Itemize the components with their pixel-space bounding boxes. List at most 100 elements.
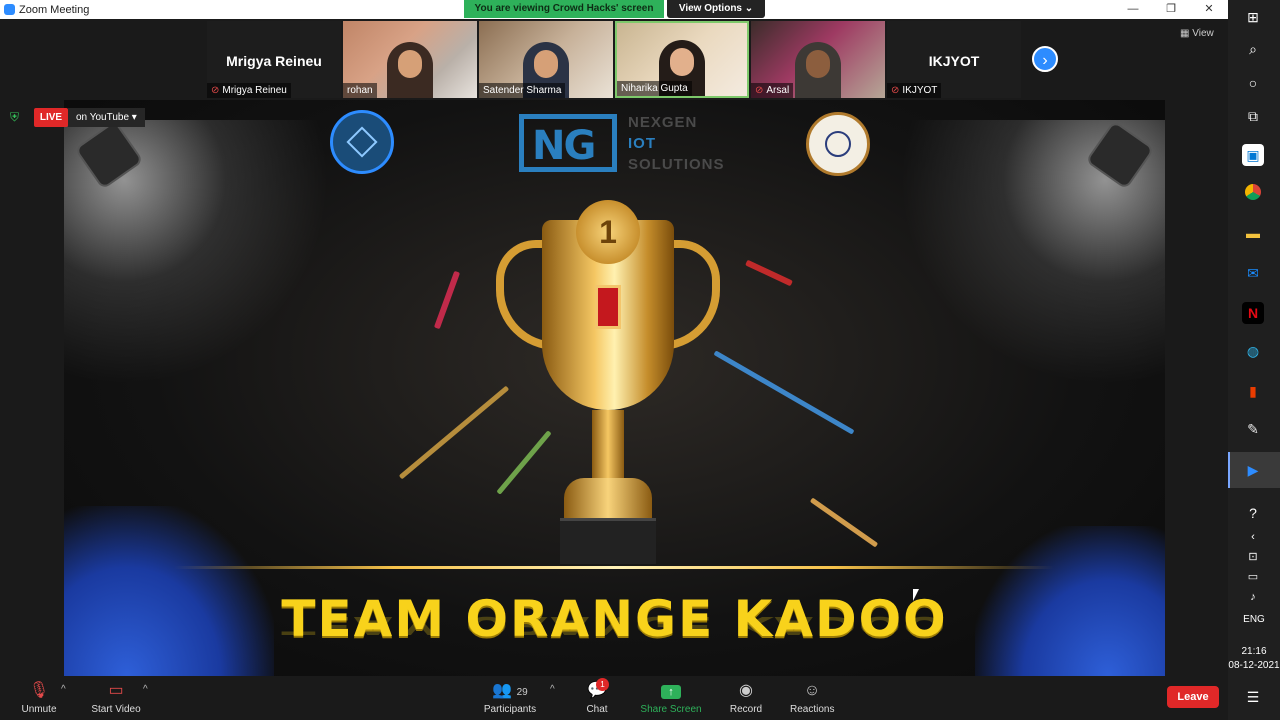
participant-label: ⊘ Mrigya Reineu	[207, 83, 291, 98]
participant-label: Satender Sharma	[479, 83, 566, 98]
help-icon[interactable]: ?	[1242, 502, 1264, 524]
share-screen-icon: ↑	[661, 685, 681, 699]
view-options-button[interactable]: View Options ⌄	[667, 0, 765, 18]
participant-tile[interactable]: Satender Sharma	[479, 21, 613, 98]
participant-name: Satender Sharma	[483, 85, 562, 96]
edge-icon[interactable]: ◍	[1242, 340, 1264, 362]
netflix-icon[interactable]: N	[1242, 302, 1264, 324]
nexgen-logo-icon: NG	[519, 114, 617, 172]
clock-time[interactable]: 21:16	[1228, 646, 1280, 657]
start-video-label: Start Video	[91, 704, 141, 715]
encryption-shield-icon[interactable]: ⛨	[10, 110, 24, 124]
university-seal-logo	[806, 112, 870, 176]
muted-mic-icon: ⊘	[755, 85, 764, 96]
record-label: Record	[729, 704, 763, 715]
file-explorer-icon[interactable]: ▬	[1242, 222, 1264, 244]
language-indicator[interactable]: ENG	[1228, 614, 1280, 625]
trophy-base	[564, 478, 652, 518]
participant-tile[interactable]: rohan	[343, 21, 477, 98]
paint-icon[interactable]: ✎	[1242, 418, 1264, 440]
reactions-icon: ☺	[803, 682, 821, 699]
ribbon-decoration	[713, 350, 855, 435]
zoom-app-icon[interactable]: ▶	[1242, 459, 1264, 481]
reactions-label: Reactions	[790, 704, 835, 715]
notifications-icon[interactable]: ☰	[1242, 686, 1264, 708]
store-icon[interactable]: ▣	[1242, 144, 1264, 166]
zoom-logo-icon	[4, 4, 15, 15]
cortana-icon[interactable]: ○	[1242, 72, 1264, 94]
nexgen-logo-letters: NG	[532, 123, 596, 169]
participants-strip: Mrigya Reineu ⊘ Mrigya Reineu rohan Saten…	[0, 19, 1228, 100]
restore-button[interactable]: ❐	[1152, 0, 1190, 19]
participant-label: rohan	[343, 83, 377, 98]
windows-taskbar: ⊞ ⌕ ○ ⧉ ▣ ▬ ✉ N ◍ ▮ ✎ ▶ ? ‹ ⊡ ▭ ♪ ENG 21…	[1228, 0, 1280, 720]
task-view-icon[interactable]: ⧉	[1242, 105, 1264, 127]
search-icon[interactable]: ⌕	[1242, 38, 1264, 60]
participants-options-chevron-icon[interactable]: ^	[550, 684, 555, 695]
participant-tile[interactable]: Mrigya Reineu ⊘ Mrigya Reineu	[207, 21, 341, 98]
tray-devices-icon[interactable]: ⊡	[1242, 546, 1264, 568]
participant-name: Niharika Gupta	[621, 83, 688, 94]
windows-start-icon[interactable]: ⊞	[1242, 6, 1264, 28]
volume-icon[interactable]: ♪	[1242, 586, 1264, 608]
ribbon-decoration	[398, 385, 510, 480]
record-button[interactable]: ◉ Record	[728, 680, 764, 715]
view-layout-button[interactable]: ▦ View	[1180, 28, 1214, 39]
participant-label: ⊘ IKJYOT	[887, 83, 942, 98]
battery-icon[interactable]: ▭	[1242, 566, 1264, 588]
chat-button[interactable]: 💬 1 Chat	[582, 678, 612, 715]
viewing-share-banner: You are viewing Crowd Hacks' screen	[464, 0, 664, 18]
participant-tile[interactable]: ⊘ Arsal	[751, 21, 885, 98]
live-badge[interactable]: LIVE	[34, 108, 68, 127]
meeting-toolbar: 🎙 Unmute ^ ▭ Start Video ^ 👥 29 Particip…	[0, 676, 1228, 720]
office-icon[interactable]: ▮	[1242, 380, 1264, 402]
ribbon-decoration	[433, 270, 461, 330]
participant-big-name: Mrigya Reineu	[226, 53, 322, 69]
reactions-button[interactable]: ☺ Reactions	[790, 680, 834, 715]
ribbon-decoration	[809, 497, 879, 548]
team-title-reflection: TEAM ORANGE KADOO	[281, 611, 948, 640]
video-options-chevron-icon[interactable]: ^	[143, 684, 148, 695]
window-controls: — ❐ ✕	[1114, 0, 1228, 19]
participant-video	[795, 42, 841, 98]
participants-icon: 👥 29	[492, 682, 528, 699]
ribbon-decoration	[496, 430, 552, 495]
company-line-1: NEXGEN	[628, 114, 698, 131]
record-icon: ◉	[739, 682, 753, 699]
participant-name: IKJYOT	[902, 85, 938, 96]
muted-mic-icon: 🎙	[28, 682, 50, 699]
show-hidden-icons-chevron-icon[interactable]: ‹	[1242, 526, 1264, 548]
participant-video	[387, 42, 433, 98]
unmute-button[interactable]: 🎙 Unmute	[18, 680, 60, 715]
close-button[interactable]: ✕	[1190, 0, 1228, 19]
participants-label: Participants	[483, 704, 537, 715]
leave-button[interactable]: Leave	[1167, 686, 1219, 708]
mail-icon[interactable]: ✉	[1242, 262, 1264, 284]
participants-count: 29	[516, 687, 528, 698]
trophy-pedestal	[560, 518, 656, 564]
participant-big-name: IKJYOT	[928, 53, 980, 69]
share-screen-button[interactable]: ↑ Share Screen	[640, 680, 702, 715]
participant-tile-active-speaker[interactable]: Niharika Gupta	[615, 21, 749, 98]
next-page-arrow-icon[interactable]: ›	[1032, 46, 1058, 72]
live-platform-dropdown[interactable]: on YouTube ▾	[68, 108, 145, 127]
participant-tile[interactable]: IKJYOT ⊘ IKJYOT	[887, 21, 1021, 98]
clock-date[interactable]: 08-12-2021	[1228, 660, 1280, 671]
audio-options-chevron-icon[interactable]: ^	[61, 684, 66, 695]
participant-name: Arsal	[766, 85, 790, 96]
participant-name: rohan	[347, 85, 373, 96]
chat-icon: 💬 1	[582, 678, 612, 702]
participants-button[interactable]: 👥 29 Participants	[480, 680, 540, 715]
first-place-medal: 1	[576, 200, 640, 264]
trophy-stem	[592, 410, 624, 480]
nexgen-wordmark: NEXGEN IOT SOLUTIONS	[628, 112, 758, 175]
start-video-button[interactable]: ▭ Start Video	[88, 680, 144, 715]
chat-unread-badge: 1	[596, 678, 609, 691]
company-line-3: SOLUTIONS	[628, 156, 725, 173]
minimize-button[interactable]: —	[1114, 0, 1152, 19]
chrome-icon[interactable]	[1242, 184, 1264, 206]
shared-screen: NG NEXGEN IOT SOLUTIONS 1 TEAM ORANGE KA…	[64, 100, 1165, 676]
participant-label: ⊘ Arsal	[751, 83, 794, 98]
share-screen-label: Share Screen	[640, 704, 702, 715]
unmute-label: Unmute	[21, 704, 57, 715]
